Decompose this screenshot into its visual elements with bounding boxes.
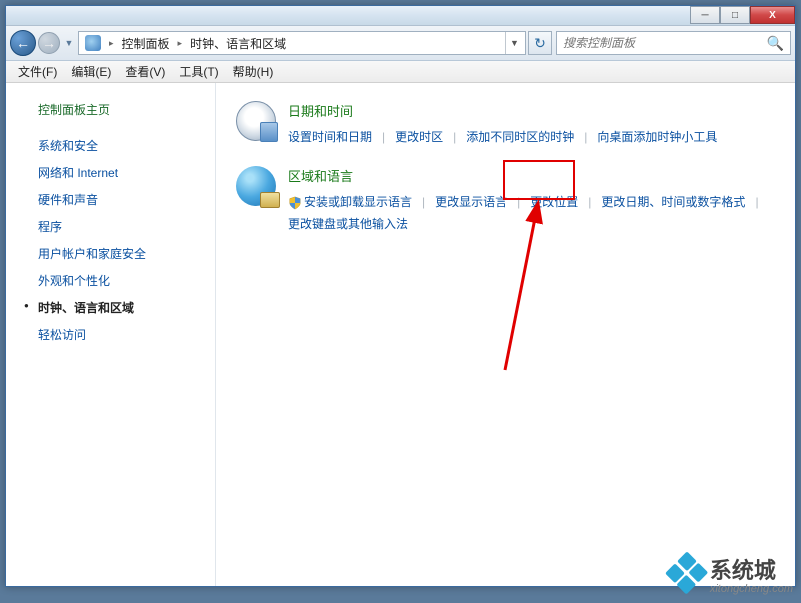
breadcrumb-arrow-icon: ▸: [174, 38, 187, 49]
separator: |: [443, 126, 466, 148]
forward-button[interactable]: →: [38, 32, 60, 54]
body-area: 控制面板主页 系统和安全 网络和 Internet 硬件和声音 程序 用户帐户和…: [6, 83, 795, 586]
separator: |: [372, 126, 395, 148]
globe-icon: [236, 166, 276, 206]
sidebar-item-user-accounts[interactable]: 用户帐户和家庭安全: [6, 240, 215, 267]
sidebar-item-system-security[interactable]: 系统和安全: [6, 132, 215, 159]
nav-history-dropdown[interactable]: ▼: [62, 30, 76, 56]
separator: |: [507, 191, 530, 213]
link-set-time-date[interactable]: 设置时间和日期: [288, 126, 372, 148]
back-button[interactable]: ←: [10, 30, 36, 56]
link-change-location[interactable]: 更改位置: [530, 191, 578, 213]
menu-file[interactable]: 文件(F): [12, 61, 63, 82]
refresh-button[interactable]: ↻: [528, 31, 552, 55]
titlebar: ─ □ X: [6, 6, 795, 26]
sidebar-item-network[interactable]: 网络和 Internet: [6, 159, 215, 186]
category-datetime-title[interactable]: 日期和时间: [288, 101, 775, 120]
control-panel-window: ─ □ X ← → ▼ ▸ 控制面板 ▸ 时钟、语言和区域 ▼ ↻ 🔍 文件(F…: [5, 5, 796, 587]
link-install-display-language[interactable]: 安装或卸载显示语言: [304, 191, 412, 213]
separator: |: [745, 191, 768, 213]
shield-icon: [288, 195, 302, 209]
menu-bar: 文件(F) 编辑(E) 查看(V) 工具(T) 帮助(H): [6, 61, 795, 83]
breadcrumb-item[interactable]: 控制面板: [118, 35, 174, 52]
link-add-clocks[interactable]: 添加不同时区的时钟: [466, 126, 574, 148]
separator: |: [412, 191, 435, 213]
minimize-button[interactable]: ─: [690, 6, 720, 24]
control-panel-icon: [85, 35, 101, 51]
link-change-timezone[interactable]: 更改时区: [395, 126, 443, 148]
watermark: 系统城 xitongcheng.com: [670, 553, 793, 595]
sidebar-home-link[interactable]: 控制面板主页: [6, 101, 215, 132]
sidebar-item-programs[interactable]: 程序: [6, 213, 215, 240]
search-icon: 🔍: [767, 35, 784, 52]
search-input[interactable]: [563, 36, 767, 50]
category-datetime: 日期和时间 设置时间和日期 | 更改时区 | 添加不同时区的时钟 | 向桌面添加…: [236, 101, 775, 148]
link-change-date-number-format[interactable]: 更改日期、时间或数字格式: [601, 191, 745, 213]
close-button[interactable]: X: [750, 6, 795, 24]
sidebar-item-ease-of-access[interactable]: 轻松访问: [6, 321, 215, 348]
menu-view[interactable]: 查看(V): [119, 61, 171, 82]
sidebar-item-hardware-sound[interactable]: 硬件和声音: [6, 186, 215, 213]
clock-icon: [236, 101, 276, 141]
sidebar-item-clock-language-region[interactable]: 时钟、语言和区域: [6, 294, 215, 321]
search-box[interactable]: 🔍: [556, 31, 791, 55]
breadcrumb-item[interactable]: 时钟、语言和区域: [186, 35, 290, 52]
maximize-button[interactable]: □: [720, 6, 750, 24]
menu-help[interactable]: 帮助(H): [227, 61, 280, 82]
menu-edit[interactable]: 编辑(E): [65, 61, 117, 82]
breadcrumb-arrow-icon: ▸: [105, 38, 118, 49]
watermark-logo-icon: [663, 550, 711, 598]
separator: |: [578, 191, 601, 213]
category-region-language: 区域和语言 安装或卸载显示语言 | 更改显示语言 | 更改位置 | 更改日期、时…: [236, 166, 775, 235]
navigation-bar: ← → ▼ ▸ 控制面板 ▸ 时钟、语言和区域 ▼ ↻ 🔍: [6, 26, 795, 61]
link-desktop-clock-gadget[interactable]: 向桌面添加时钟小工具: [597, 126, 717, 148]
address-dropdown[interactable]: ▼: [505, 32, 523, 54]
link-change-display-language[interactable]: 更改显示语言: [435, 191, 507, 213]
sidebar: 控制面板主页 系统和安全 网络和 Internet 硬件和声音 程序 用户帐户和…: [6, 83, 216, 586]
link-change-keyboard-input[interactable]: 更改键盘或其他输入法: [288, 213, 408, 235]
separator: |: [574, 126, 597, 148]
menu-tools[interactable]: 工具(T): [173, 61, 224, 82]
content-pane: 日期和时间 设置时间和日期 | 更改时区 | 添加不同时区的时钟 | 向桌面添加…: [216, 83, 795, 586]
sidebar-item-appearance[interactable]: 外观和个性化: [6, 267, 215, 294]
watermark-url: xitongcheng.com: [710, 583, 793, 595]
category-region-title[interactable]: 区域和语言: [288, 166, 775, 185]
address-bar[interactable]: ▸ 控制面板 ▸ 时钟、语言和区域 ▼: [78, 31, 526, 55]
watermark-brand: 系统城: [710, 553, 793, 585]
